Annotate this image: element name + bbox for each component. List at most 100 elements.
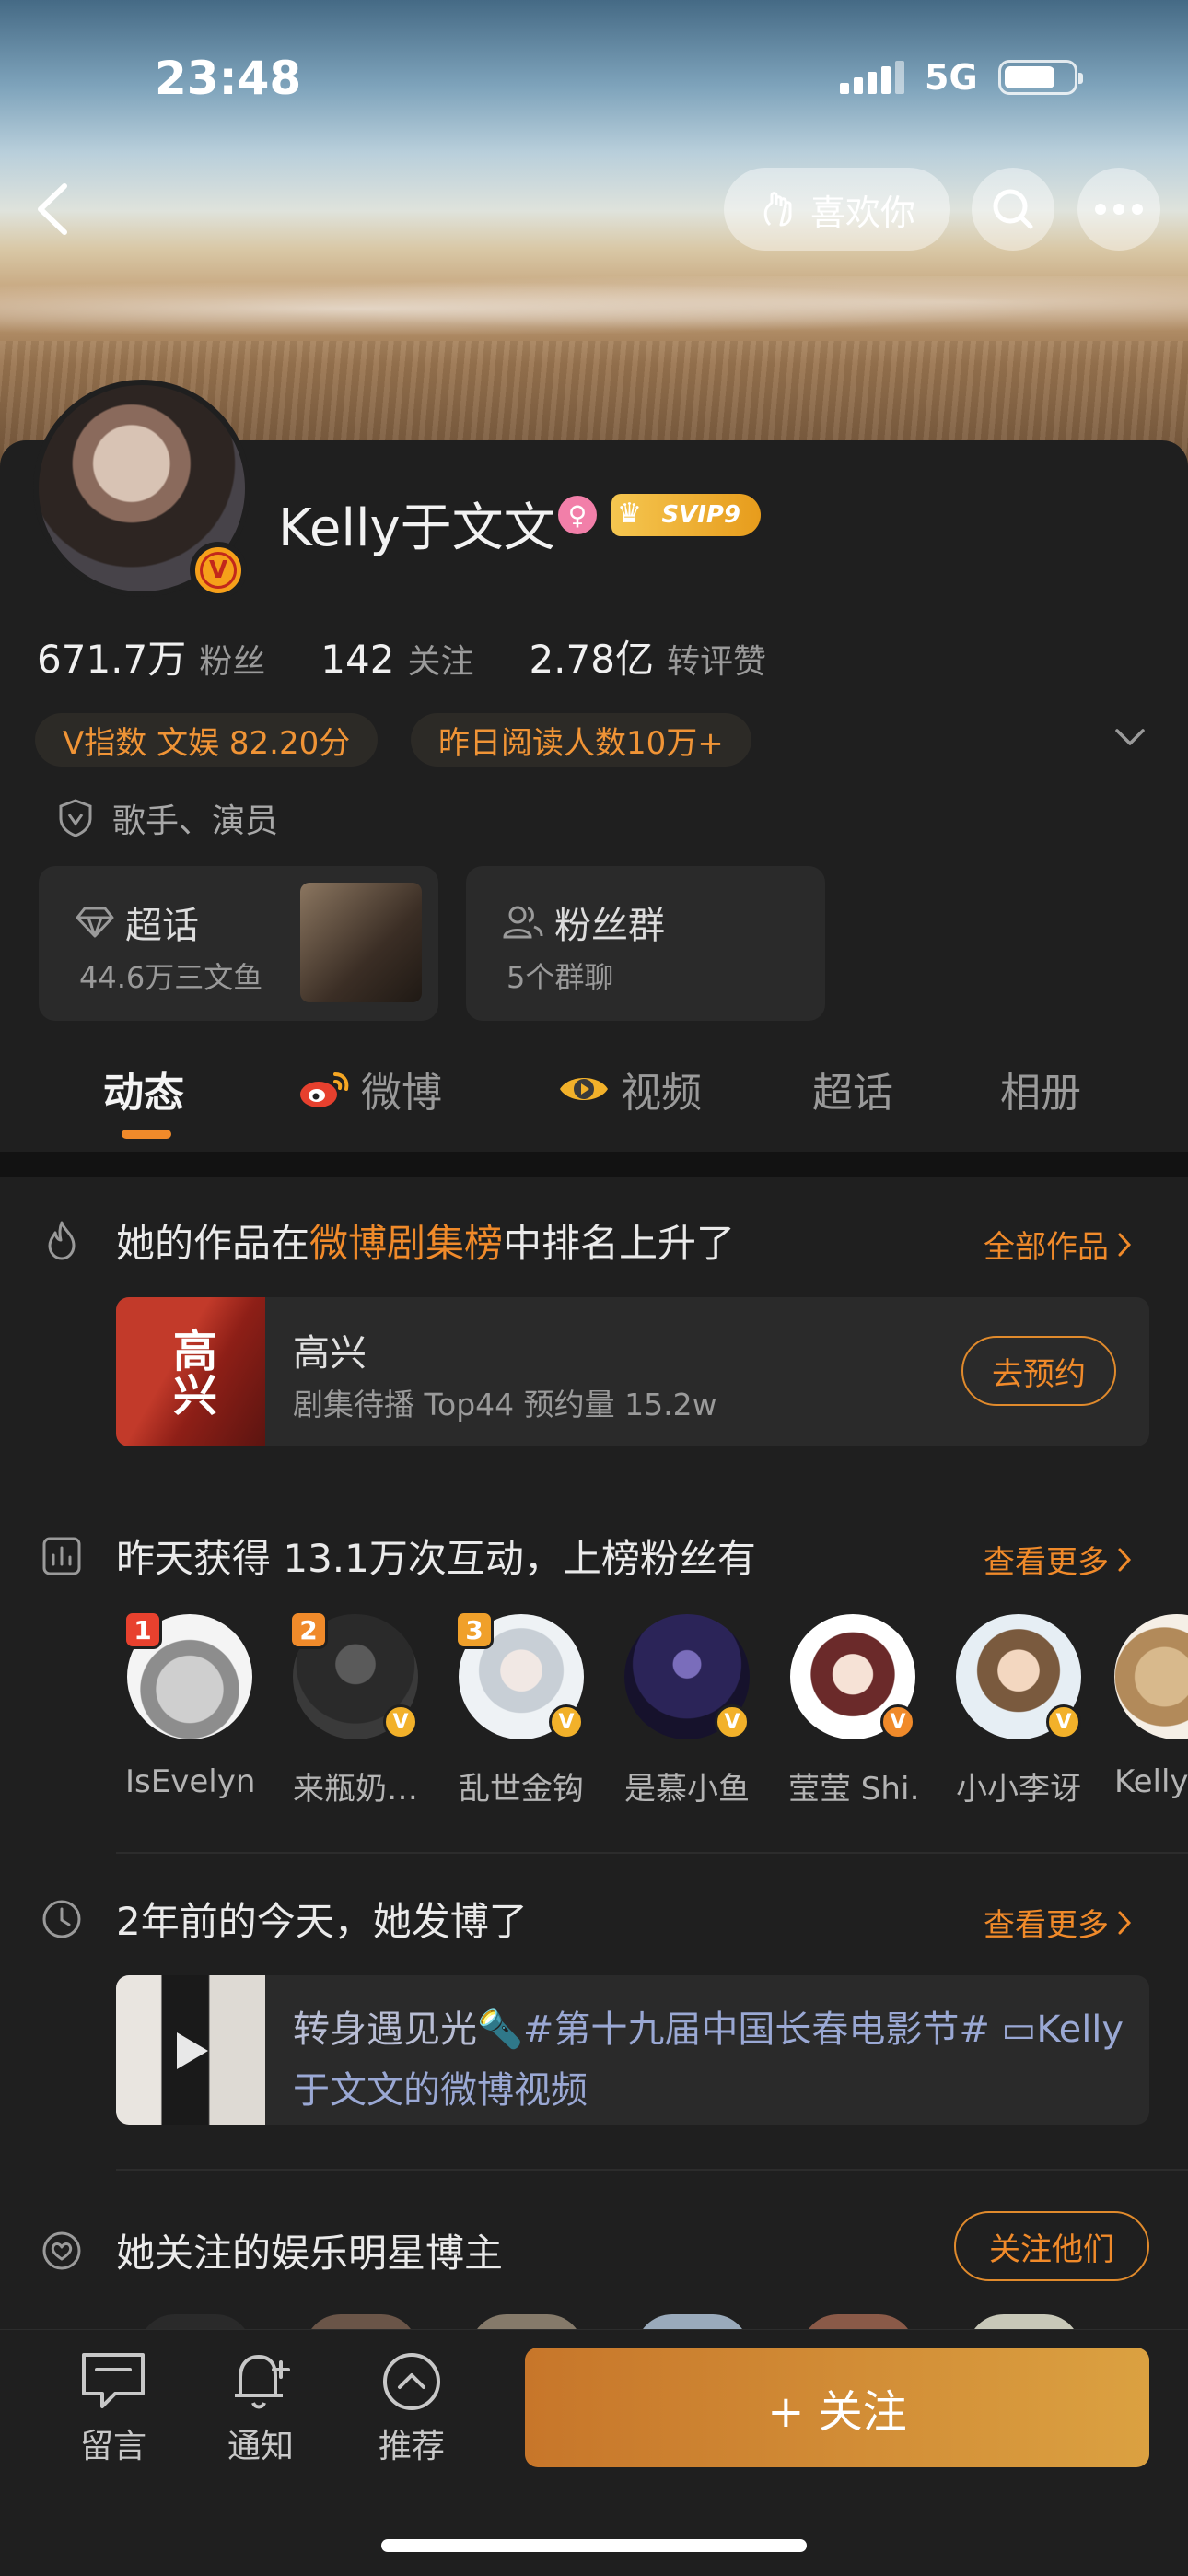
status-time: 23:48 [155,52,302,105]
memory-title: 2年前的今天，她发博了 [116,1899,528,1944]
heart-icon [41,2230,83,2276]
memory-post-text: 转身遇见光🔦#第十九届中国长春电影节# ▭Kelly于文文的微博视频 [293,2008,1124,2112]
network-label: 5G [925,57,978,98]
stat-fans-value[interactable]: 671.7万 [37,628,186,685]
more-button[interactable] [1077,168,1160,251]
status-indicators: 5G [840,57,1083,98]
battery-icon [997,60,1083,95]
gesture-icon [763,192,792,227]
drama-poster: 高兴 [116,1297,265,1446]
all-works-link[interactable]: 全部作品 [984,1222,1133,1267]
super-topic-title: 超话 [125,905,199,947]
verified-icon: V [880,1704,915,1739]
search-icon [993,189,1033,229]
stat-fans-label[interactable]: 粉丝 [199,635,265,683]
section-separator [116,1852,1188,1854]
memory-video-thumbnail [116,1975,265,2125]
fan-avatar: 2V [289,1610,418,1739]
fan-avatar: 3V [455,1610,584,1739]
notify-button[interactable]: 通知 [210,2349,311,2467]
fan-item-1[interactable]: 1 IsEvelyn [123,1610,254,1800]
fans-title: 昨天获得 13.1万次互动，上榜粉丝有 [116,1536,756,1581]
verified-icon: V [715,1704,750,1739]
home-indicator[interactable] [381,2539,807,2552]
more-icon [1095,204,1143,215]
like-label: 喜欢你 [809,192,915,233]
section-separator [116,2169,1188,2171]
stat-likes-label[interactable]: 转评赞 [667,635,766,683]
shield-icon [59,799,92,837]
chevron-up-circle-icon [383,2353,440,2410]
fan-item-4[interactable]: V 是慕小鱼 [623,1614,751,1809]
tab-video[interactable]: 视频 [556,1060,702,1118]
tab-super-topic[interactable]: 超话 [812,1060,893,1118]
fan-item-6[interactable]: V 小小李讶 [954,1614,1083,1809]
fan-avatar: V [624,1614,750,1739]
occupation-text: 歌手、演员 [112,802,279,840]
profile-stats: 671.7万 粉丝 142 关注 2.78亿 转评赞 [37,628,821,685]
stat-following-value[interactable]: 142 [320,637,394,682]
signal-icon [840,61,904,94]
fan-avatar: V [956,1614,1081,1739]
ranking-chart-link[interactable]: 微博剧集榜 [309,1221,503,1266]
svip-badge[interactable]: ♛ SVIP9 [611,494,761,536]
profile-tabs: 动态 微博 视频 超话 相册 [0,1041,1188,1142]
profile-name: Kelly于文文 [278,498,555,558]
like-button[interactable]: 喜欢你 [724,168,950,251]
fan-item-3[interactable]: 3 V 乱世金钩 [455,1610,586,1809]
play-icon [177,2032,208,2069]
search-button[interactable] [972,168,1054,251]
memory-more-link[interactable]: 查看更多 [984,1900,1133,1945]
female-icon: ♀ [558,496,597,534]
fan-item-2[interactable]: 2 V 来瓶奶… [289,1610,420,1809]
section-divider [0,1152,1188,1177]
verified-badge-icon: V [190,542,247,599]
fan-item-7[interactable]: Kelly [1114,1614,1188,1800]
tab-album[interactable]: 相册 [1000,1060,1081,1118]
ranking-title: 她的作品在微博剧集榜中排名上升了 [116,1221,736,1266]
fans-more-link[interactable]: 查看更多 [984,1537,1133,1582]
chevron-right-icon [1118,1233,1132,1256]
fan-avatar: 1 [123,1610,252,1739]
tab-weibo[interactable]: 微博 [297,1060,442,1118]
fan-item-5[interactable]: V莹莹 Shi… [788,1614,917,1809]
recommend-button[interactable]: 推荐 [361,2349,462,2467]
diamond-icon [76,907,114,938]
follows-title: 她关注的娱乐明星博主 [116,2231,504,2276]
fire-icon [41,1220,83,1266]
chevron-down-icon[interactable] [1114,726,1146,748]
weibo-icon [300,1072,349,1107]
memory-post-card[interactable]: 转身遇见光🔦#第十九届中国长春电影节# ▭Kelly于文文的微博视频 [116,1975,1149,2125]
chevron-right-icon [1118,1548,1132,1571]
bell-plus-icon [235,2355,290,2409]
tab-dynamic[interactable]: 动态 [103,1060,184,1118]
follow-button[interactable]: + 关注 [525,2348,1149,2467]
back-icon[interactable] [28,177,83,241]
fan-group-title: 粉丝群 [554,905,665,947]
fan-avatar: V [790,1614,915,1739]
super-topic-subtitle: 44.6万三文鱼 [79,960,263,995]
fan-group-subtitle: 5个群聊 [507,960,614,995]
drama-meta: 剧集待播 Top44 预约量 15.2w [293,1387,717,1423]
group-icon [503,906,543,939]
follow-them-button[interactable]: 关注他们 [954,2211,1149,2281]
fan-avatar [1114,1614,1188,1739]
fan-group-box[interactable]: 粉丝群 5个群聊 [466,866,825,1021]
verified-icon: V [549,1704,584,1739]
verified-icon: V [383,1704,418,1739]
comment-button[interactable]: 留言 [63,2349,164,2467]
reserve-button[interactable]: 去预约 [961,1336,1116,1406]
video-icon [560,1078,608,1100]
stat-following-label[interactable]: 关注 [407,635,473,683]
stat-likes-value[interactable]: 2.78亿 [529,628,654,685]
occupation: 歌手、演员 [57,794,278,842]
super-topic-thumbnail [300,883,422,1002]
drama-title: 高兴 [293,1332,367,1375]
crown-icon: ♛ [617,498,642,530]
v-index-tag[interactable]: V指数 文娱 82.20分 [35,713,379,767]
clock-icon [41,1898,83,1944]
chart-icon [41,1535,83,1581]
chevron-right-icon [1118,1911,1132,1934]
reader-count-tag[interactable]: 昨日阅读人数10万+ [411,713,751,767]
verified-icon: V [1046,1704,1081,1739]
